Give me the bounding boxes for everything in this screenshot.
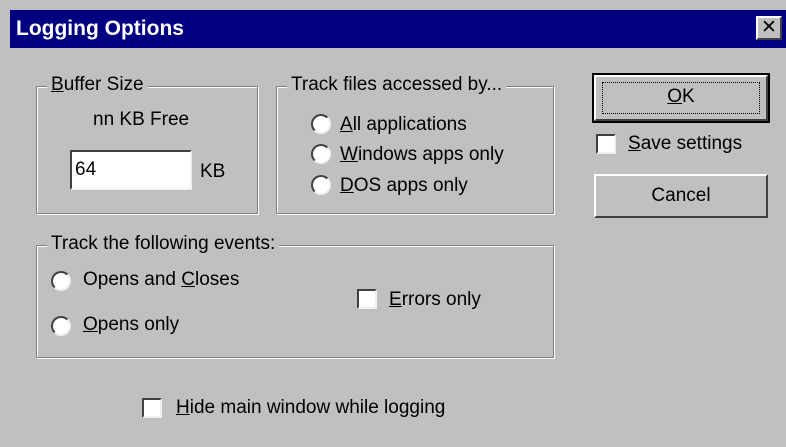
radio-all-applications-label[interactable]: All applications bbox=[340, 114, 467, 136]
checkbox-save-settings[interactable] bbox=[596, 134, 616, 154]
radio-opens-only[interactable] bbox=[51, 316, 71, 336]
checkbox-save-settings-label[interactable]: Save settings bbox=[628, 133, 742, 155]
radio-windows-apps-label[interactable]: Windows apps only bbox=[340, 144, 504, 166]
cancel-button[interactable]: Cancel bbox=[594, 174, 768, 218]
radio-opens-only-label[interactable]: Opens only bbox=[83, 314, 179, 336]
checkbox-hide-main-window[interactable] bbox=[142, 398, 162, 418]
radio-dos-apps-circle[interactable] bbox=[311, 175, 331, 195]
buffer-size-input[interactable]: 64 bbox=[70, 150, 192, 190]
dialog-title: Logging Options bbox=[16, 17, 184, 40]
ok-button[interactable]: OK bbox=[592, 73, 770, 123]
title-bar: Logging Options ✕ bbox=[10, 10, 786, 48]
close-icon: ✕ bbox=[761, 17, 777, 38]
buffer-size-value: 64 bbox=[75, 159, 97, 180]
buffer-size-legend: Buffer Size bbox=[47, 74, 148, 96]
cancel-button-label: Cancel bbox=[651, 185, 711, 206]
track-events-group: Track the following events: Opens and Cl… bbox=[36, 233, 554, 358]
logging-options-dialog: Logging Options ✕ Buffer Size nn KB Free… bbox=[0, 0, 786, 447]
checkbox-errors-only[interactable] bbox=[357, 289, 377, 309]
checkbox-errors-only-label[interactable]: Errors only bbox=[389, 289, 481, 311]
track-files-group: Track files accessed by... All applicati… bbox=[276, 74, 554, 214]
buffer-size-group: Buffer Size nn KB Free 64 KB bbox=[36, 74, 258, 214]
radio-opens-closes-label[interactable]: Opens and Closes bbox=[83, 269, 239, 291]
close-button[interactable]: ✕ bbox=[756, 16, 782, 40]
radio-opens-closes[interactable] bbox=[51, 271, 71, 291]
buffer-free-text: nn KB Free bbox=[93, 109, 190, 130]
radio-windows-apps-circle[interactable] bbox=[311, 144, 331, 164]
track-files-legend: Track files accessed by... bbox=[287, 74, 507, 96]
ok-focus-ring bbox=[602, 82, 760, 114]
radio-all-applications-circle[interactable] bbox=[311, 114, 331, 134]
track-events-legend: Track the following events: bbox=[47, 233, 280, 255]
radio-dos-apps-label[interactable]: DOS apps only bbox=[340, 175, 468, 197]
checkbox-hide-main-window-label[interactable]: Hide main window while logging bbox=[176, 397, 445, 419]
buffer-unit-label: KB bbox=[200, 161, 226, 182]
